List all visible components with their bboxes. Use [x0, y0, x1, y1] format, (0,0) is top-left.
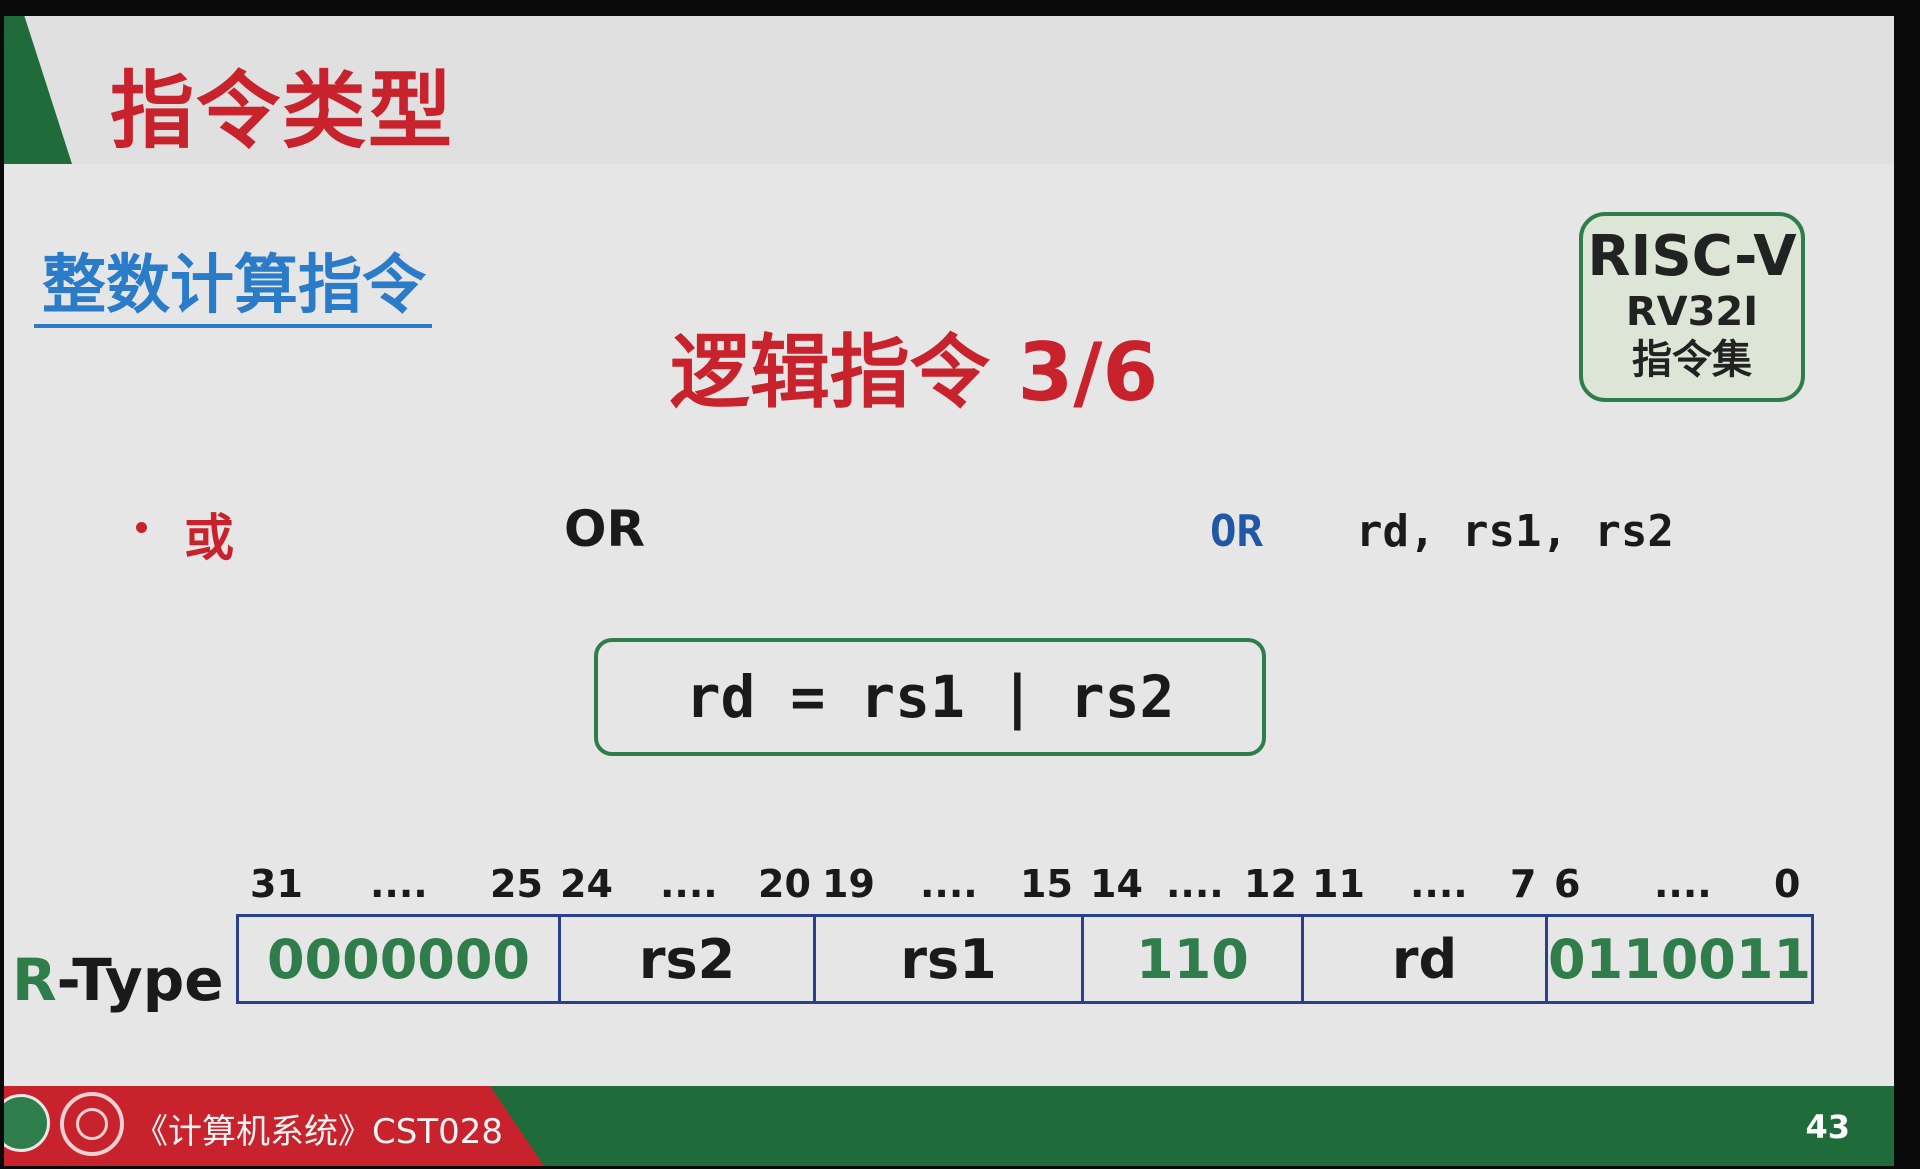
footer-bar: 《计算机系统》CST028 43: [4, 1086, 1894, 1166]
bit-label: 6: [1554, 862, 1581, 906]
bit-label: ....: [660, 862, 718, 906]
bit-label: ....: [1654, 862, 1712, 906]
bit-label: 20: [758, 862, 811, 906]
asm-operands: rd, rs1, rs2: [1356, 506, 1674, 557]
bit-label: 11: [1312, 862, 1365, 906]
format-type-suffix: -Type: [56, 946, 224, 1014]
badge-line-set: 指令集: [1632, 337, 1752, 383]
field-rs2: rs2: [561, 917, 816, 1001]
bit-position-labels: 31 .... 25 24 .... 20 19 .... 15 14 ....…: [4, 862, 1894, 912]
encoding-fields: 0000000 rs2 rs1 110 rd 0110011: [236, 914, 1814, 1004]
asm-opcode: OR: [1210, 506, 1263, 557]
bit-label: 19: [822, 862, 875, 906]
format-type-label: R-Type: [12, 946, 224, 1014]
course-name: 《计算机系统》CST028: [134, 1112, 503, 1152]
page-number: 43: [1805, 1108, 1850, 1146]
bit-label: ....: [370, 862, 428, 906]
header-bar: 指令类型: [4, 16, 1894, 164]
bullet-dot-icon: [136, 522, 147, 533]
university-logo-icon: [4, 1094, 50, 1152]
school-emblem-icon: [60, 1092, 124, 1156]
bit-label: 31: [250, 862, 303, 906]
section-underline: [34, 324, 432, 328]
page-title: 指令类型: [110, 62, 455, 160]
format-type-prefix: R: [12, 946, 57, 1014]
bit-label: 14: [1090, 862, 1143, 906]
bit-label: 24: [560, 862, 613, 906]
slide: 指令类型 整数计算指令 逻辑指令 3/6 RISC-V RV32I 指令集 或 …: [4, 16, 1894, 1166]
bit-label: 7: [1510, 862, 1537, 906]
slide-subtitle: 逻辑指令 3/6: [669, 326, 1159, 419]
bit-label: ....: [1410, 862, 1468, 906]
section-label: 整数计算指令: [42, 249, 426, 323]
instruction-name: 或: [184, 509, 234, 567]
badge-line-isa: RISC-V: [1587, 224, 1797, 289]
header-accent-stripe: [4, 16, 72, 164]
badge-line-base: RV32I: [1625, 289, 1759, 335]
bit-label: ....: [1166, 862, 1224, 906]
footer-red-band: 《计算机系统》CST028: [4, 1086, 544, 1166]
bit-label: 25: [490, 862, 543, 906]
field-funct7: 0000000: [239, 917, 561, 1001]
bit-label: 0: [1774, 862, 1801, 906]
isa-badge: RISC-V RV32I 指令集: [1579, 212, 1805, 402]
bit-label: 15: [1020, 862, 1073, 906]
field-opcode: 0110011: [1548, 927, 1812, 991]
field-funct3: 110: [1084, 917, 1304, 1001]
field-rs1: rs1: [816, 917, 1084, 1001]
field-rd: rd: [1304, 917, 1548, 1001]
formula-box: rd = rs1 | rs2: [594, 638, 1266, 756]
instruction-mnemonic: OR: [564, 500, 646, 558]
bit-label: 12: [1244, 862, 1297, 906]
bit-label: ....: [920, 862, 978, 906]
